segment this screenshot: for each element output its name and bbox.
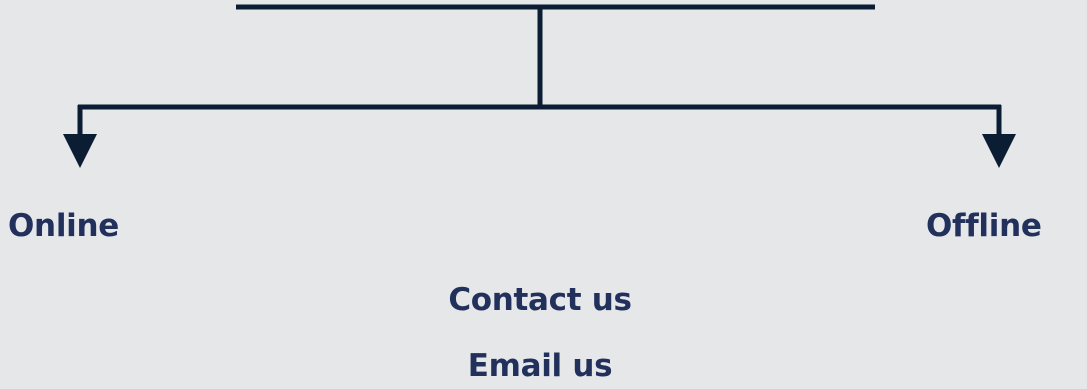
email-us-label: Email us bbox=[467, 348, 613, 384]
connector-lines bbox=[63, 4, 1016, 168]
online-label: Online bbox=[8, 208, 119, 244]
tree-diagram: Online Offline Contact us Email us bbox=[0, 0, 1087, 389]
left-arrowhead-icon bbox=[63, 134, 97, 168]
contact-us-label: Contact us bbox=[448, 282, 632, 318]
offline-label: Offline bbox=[926, 208, 1042, 244]
right-arrowhead-icon bbox=[982, 134, 1016, 168]
